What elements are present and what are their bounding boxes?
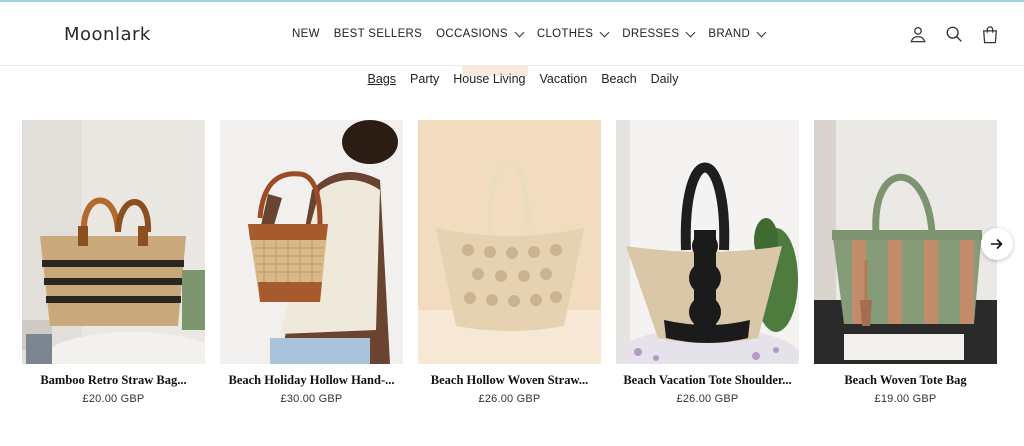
- subnav-item-party[interactable]: Party: [410, 72, 439, 86]
- product-price: £26.00 GBP: [478, 393, 541, 405]
- nav-item-new[interactable]: NEW: [292, 28, 320, 40]
- product-image[interactable]: [814, 120, 997, 364]
- account-icon[interactable]: [908, 24, 928, 44]
- main-nav: NEW BEST SELLERS OCCASIONS CLOTHES DRESS…: [292, 27, 767, 40]
- product-title[interactable]: Beach Hollow Woven Straw...: [418, 373, 601, 388]
- chevron-down-icon: [514, 27, 525, 37]
- product-image[interactable]: [418, 120, 601, 364]
- product-card[interactable]: Beach Vacation Tote Shoulder... £26.00 G…: [616, 120, 799, 405]
- product-card[interactable]: Beach Hollow Woven Straw... £26.00 GBP: [418, 120, 601, 405]
- search-icon[interactable]: [944, 24, 964, 44]
- product-image[interactable]: [220, 120, 403, 364]
- nav-item-label: BEST SELLERS: [333, 28, 423, 40]
- product-title[interactable]: Beach Woven Tote Bag: [814, 373, 997, 388]
- product-title[interactable]: Bamboo Retro Straw Bag...: [22, 373, 205, 388]
- nav-item-brand[interactable]: BRAND: [708, 27, 767, 40]
- nav-item-label: DRESSES: [622, 28, 680, 40]
- site-header: Moonlark NEW BEST SELLERS OCCASIONS CLOT…: [0, 2, 1024, 66]
- product-card[interactable]: Bamboo Retro Straw Bag... £20.00 GBP: [22, 120, 205, 405]
- product-price: £26.00 GBP: [676, 393, 739, 405]
- product-carousel: Bamboo Retro Straw Bag... £20.00 GBP Bea…: [22, 120, 997, 405]
- product-price: £30.00 GBP: [280, 393, 343, 405]
- nav-item-label: NEW: [292, 28, 320, 40]
- product-title[interactable]: Beach Holiday Hollow Hand-...: [220, 373, 403, 388]
- subnav-item-bags[interactable]: Bags: [368, 72, 397, 86]
- product-image[interactable]: [616, 120, 799, 364]
- product-title[interactable]: Beach Vacation Tote Shoulder...: [616, 373, 799, 388]
- nav-item-label: BRAND: [708, 28, 751, 40]
- arrow-right-icon: [990, 239, 1003, 249]
- nav-item-dresses[interactable]: DRESSES: [622, 27, 696, 40]
- nav-item-clothes[interactable]: CLOTHES: [536, 27, 610, 40]
- chevron-down-icon: [756, 27, 767, 37]
- subnav-item-beach[interactable]: Beach: [601, 72, 636, 86]
- product-card[interactable]: Beach Holiday Hollow Hand-... £30.00 GBP: [220, 120, 403, 405]
- cart-icon[interactable]: [980, 24, 1000, 44]
- nav-item-label: CLOTHES: [536, 28, 594, 40]
- carousel-next-button[interactable]: [981, 228, 1013, 260]
- chevron-down-icon: [599, 27, 610, 37]
- nav-item-best-sellers[interactable]: BEST SELLERS: [334, 28, 422, 40]
- header-icons: [908, 24, 1000, 44]
- chevron-down-icon: [685, 27, 696, 37]
- nav-item-occasions[interactable]: OCCASIONS: [436, 27, 525, 40]
- product-price: £19.00 GBP: [874, 393, 937, 405]
- subnav-item-vacation[interactable]: Vacation: [539, 72, 587, 86]
- product-price: £20.00 GBP: [82, 393, 145, 405]
- nav-item-label: OCCASIONS: [436, 28, 508, 40]
- brand-logo[interactable]: Moonlark: [64, 24, 151, 45]
- product-image[interactable]: [22, 120, 205, 364]
- product-card[interactable]: Beach Woven Tote Bag £19.00 GBP: [814, 120, 997, 405]
- category-subnav: Bags Party House Living Vacation Beach D…: [0, 72, 1024, 86]
- subnav-item-daily[interactable]: Daily: [651, 72, 679, 86]
- subnav-item-house-living[interactable]: House Living: [453, 72, 525, 86]
